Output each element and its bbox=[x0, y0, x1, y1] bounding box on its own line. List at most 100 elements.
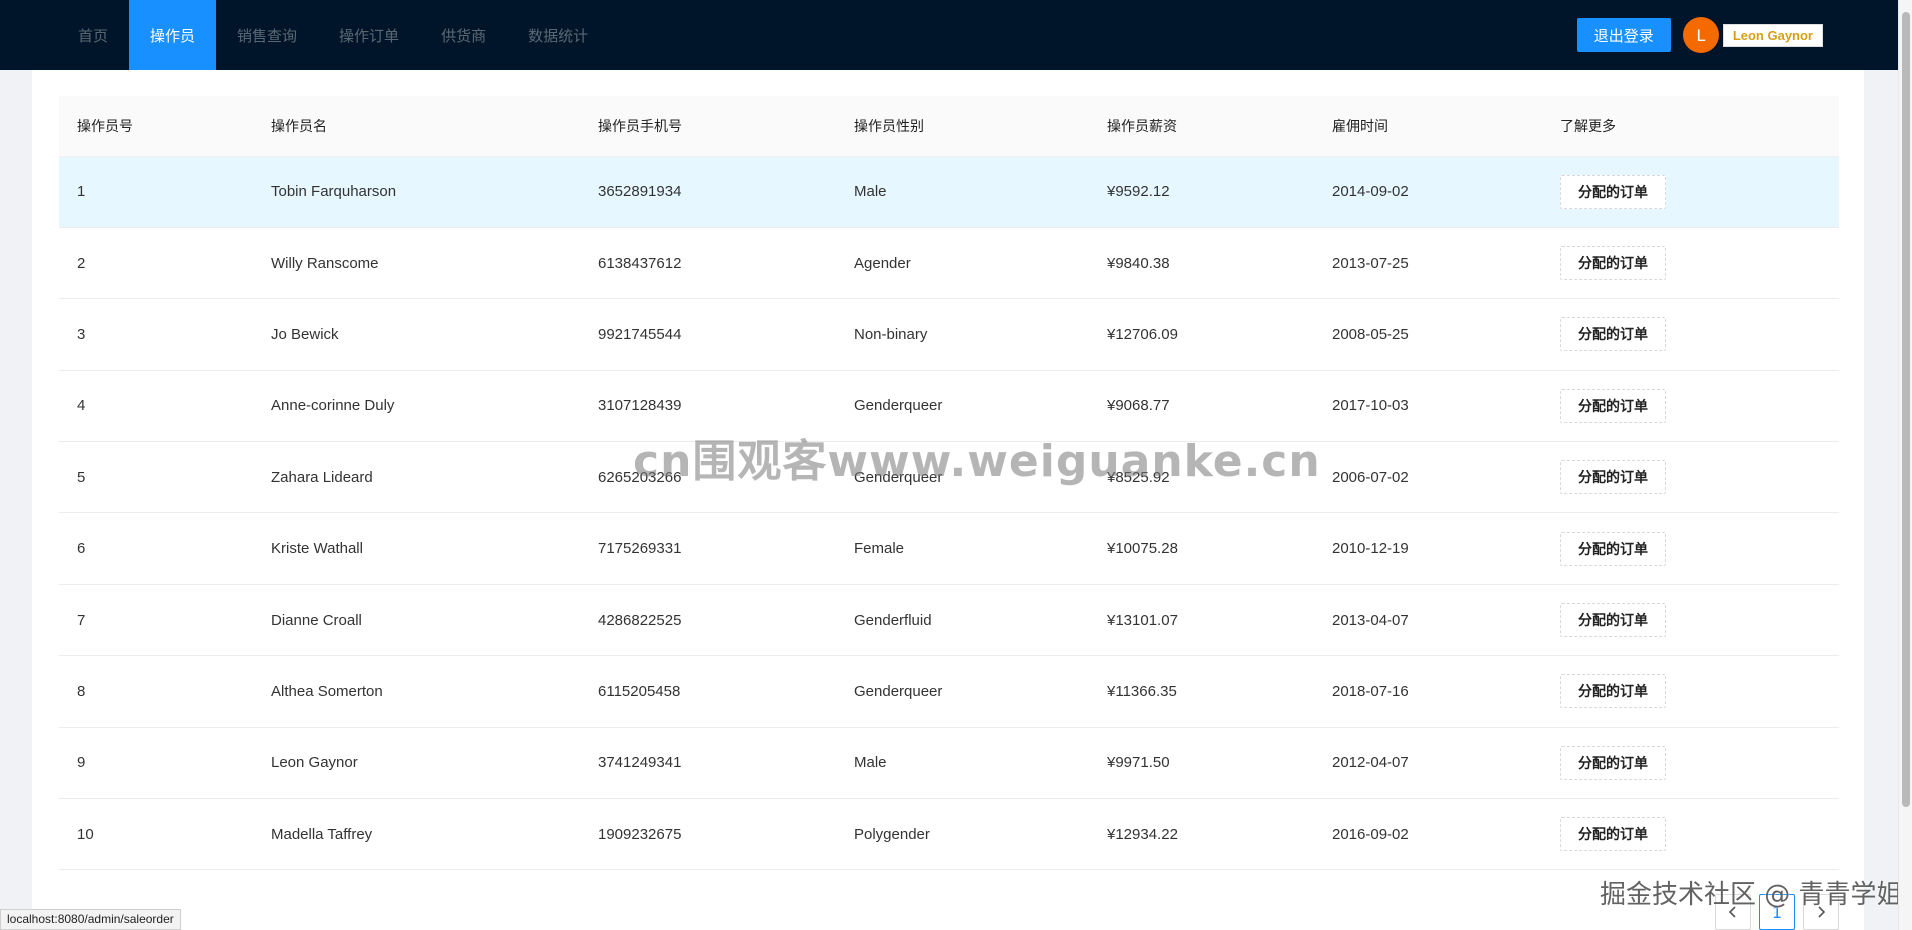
column-header-more: 了解更多 bbox=[1542, 96, 1839, 157]
cell-salary: ¥12706.09 bbox=[1089, 298, 1314, 371]
assigned-orders-button[interactable]: 分配的订单 bbox=[1560, 246, 1666, 281]
assigned-orders-button[interactable]: 分配的订单 bbox=[1560, 674, 1666, 709]
cell-name: Kriste Wathall bbox=[253, 512, 580, 585]
cell-salary: ¥10075.28 bbox=[1089, 512, 1314, 585]
cell-id: 5 bbox=[59, 441, 253, 514]
cell-id: 6 bbox=[59, 512, 253, 585]
cell-id: 7 bbox=[59, 584, 253, 657]
nav-item-home[interactable]: 首页 bbox=[57, 0, 129, 70]
assigned-orders-button[interactable]: 分配的订单 bbox=[1560, 388, 1666, 423]
assigned-orders-button[interactable]: 分配的订单 bbox=[1560, 317, 1666, 352]
cell-gender: Non-binary bbox=[836, 298, 1089, 371]
cell-id: 9 bbox=[59, 727, 253, 800]
cell-id: 10 bbox=[59, 798, 253, 871]
cell-id: 1 bbox=[59, 156, 253, 228]
nav-item-sales-query[interactable]: 销售查询 bbox=[216, 0, 318, 70]
cell-action: 分配的订单 bbox=[1542, 156, 1839, 228]
assigned-orders-button[interactable]: 分配的订单 bbox=[1560, 531, 1666, 566]
cell-hire-date: 2013-04-07 bbox=[1314, 584, 1542, 657]
cell-hire-date: 2012-04-07 bbox=[1314, 727, 1542, 800]
cell-name: Dianne Croall bbox=[253, 584, 580, 657]
cell-hire-date: 2016-09-02 bbox=[1314, 798, 1542, 871]
cell-action: 分配的订单 bbox=[1542, 298, 1839, 371]
cell-hire-date: 2010-12-19 bbox=[1314, 512, 1542, 585]
assigned-orders-button[interactable]: 分配的订单 bbox=[1560, 745, 1666, 780]
cell-action: 分配的订单 bbox=[1542, 441, 1839, 514]
cell-hire-date: 2017-10-03 bbox=[1314, 370, 1542, 443]
assigned-orders-button[interactable]: 分配的订单 bbox=[1560, 817, 1666, 852]
table-row[interactable]: 6 Kriste Wathall 7175269331 Female ¥1007… bbox=[59, 512, 1839, 585]
status-bar-url: localhost:8080/admin/saleorder bbox=[0, 909, 181, 930]
vertical-scrollbar[interactable] bbox=[1898, 0, 1912, 930]
watermark-corner: 掘金技术社区 @ 青青学姐 bbox=[1600, 880, 1903, 910]
cell-name: Anne-corinne Duly bbox=[253, 370, 580, 443]
table-row[interactable]: 1 Tobin Farquharson 3652891934 Male ¥959… bbox=[59, 156, 1839, 228]
cell-action: 分配的订单 bbox=[1542, 655, 1839, 728]
cell-id: 8 bbox=[59, 655, 253, 728]
nav-item-operators[interactable]: 操作员 bbox=[129, 0, 217, 70]
cell-gender: Female bbox=[836, 512, 1089, 585]
watermark-center: cn围观客www.weiguanke.cn bbox=[633, 436, 1321, 487]
cell-id: 3 bbox=[59, 298, 253, 371]
cell-phone: 6115205458 bbox=[580, 655, 836, 728]
table-row[interactable]: 10 Madella Taffrey 1909232675 Polygender… bbox=[59, 798, 1839, 871]
assigned-orders-button[interactable]: 分配的订单 bbox=[1560, 174, 1666, 209]
cell-gender: Male bbox=[836, 156, 1089, 228]
top-navigation-bar: 首页 操作员 销售查询 操作订单 供货商 数据统计 退出登录 L Leon Ga… bbox=[0, 0, 1898, 70]
cell-phone: 1909232675 bbox=[580, 798, 836, 871]
nav-item-statistics[interactable]: 数据统计 bbox=[507, 0, 609, 70]
column-header-hire-date: 雇佣时间 bbox=[1314, 96, 1542, 157]
cell-action: 分配的订单 bbox=[1542, 727, 1839, 800]
table-row[interactable]: 9 Leon Gaynor 3741249341 Male ¥9971.50 2… bbox=[59, 727, 1839, 800]
cell-gender: Genderfluid bbox=[836, 584, 1089, 657]
cell-phone: 3741249341 bbox=[580, 727, 836, 800]
cell-id: 4 bbox=[59, 370, 253, 443]
cell-action: 分配的订单 bbox=[1542, 227, 1839, 300]
cell-phone: 3652891934 bbox=[580, 156, 836, 228]
cell-id: 2 bbox=[59, 227, 253, 300]
scrollbar-thumb[interactable] bbox=[1902, 12, 1910, 807]
cell-salary: ¥11366.35 bbox=[1089, 655, 1314, 728]
cell-name: Tobin Farquharson bbox=[253, 156, 580, 228]
cell-name: Leon Gaynor bbox=[253, 727, 580, 800]
cell-hire-date: 2006-07-02 bbox=[1314, 441, 1542, 514]
table-row[interactable]: 3 Jo Bewick 9921745544 Non-binary ¥12706… bbox=[59, 298, 1839, 371]
table-row[interactable]: 7 Dianne Croall 4286822525 Genderfluid ¥… bbox=[59, 584, 1839, 657]
nav-item-orders[interactable]: 操作订单 bbox=[318, 0, 420, 70]
cell-hire-date: 2013-07-25 bbox=[1314, 227, 1542, 300]
table-row[interactable]: 8 Althea Somerton 6115205458 Genderqueer… bbox=[59, 655, 1839, 728]
column-header-salary: 操作员薪资 bbox=[1089, 96, 1314, 157]
cell-gender: Agender bbox=[836, 227, 1089, 300]
column-header-gender: 操作员性别 bbox=[836, 96, 1089, 157]
cell-salary: ¥9592.12 bbox=[1089, 156, 1314, 228]
cell-phone: 9921745544 bbox=[580, 298, 836, 371]
table-body: 1 Tobin Farquharson 3652891934 Male ¥959… bbox=[59, 156, 1839, 871]
cell-name: Zahara Lideard bbox=[253, 441, 580, 514]
cell-name: Althea Somerton bbox=[253, 655, 580, 728]
cell-action: 分配的订单 bbox=[1542, 512, 1839, 585]
avatar[interactable]: L bbox=[1682, 17, 1719, 53]
assigned-orders-button[interactable]: 分配的订单 bbox=[1560, 603, 1666, 638]
logout-button[interactable]: 退出登录 bbox=[1576, 18, 1671, 52]
table-row[interactable]: 2 Willy Ranscome 6138437612 Agender ¥984… bbox=[59, 227, 1839, 300]
cell-phone: 6138437612 bbox=[580, 227, 836, 300]
cell-gender: Polygender bbox=[836, 798, 1089, 871]
user-area: 退出登录 L Leon Gaynor bbox=[1576, 0, 1898, 70]
cell-action: 分配的订单 bbox=[1542, 798, 1839, 871]
cell-hire-date: 2008-05-25 bbox=[1314, 298, 1542, 371]
column-header-id: 操作员号 bbox=[59, 96, 253, 157]
content-panel: 操作员号 操作员名 操作员手机号 操作员性别 操作员薪资 雇佣时间 了解更多 1… bbox=[32, 70, 1864, 930]
cell-salary: ¥9840.38 bbox=[1089, 227, 1314, 300]
cell-salary: ¥9971.50 bbox=[1089, 727, 1314, 800]
nav-menu: 首页 操作员 销售查询 操作订单 供货商 数据统计 bbox=[57, 0, 609, 70]
assigned-orders-button[interactable]: 分配的订单 bbox=[1560, 460, 1666, 495]
cell-phone: 4286822525 bbox=[580, 584, 836, 657]
cell-hire-date: 2018-07-16 bbox=[1314, 655, 1542, 728]
username-label: Leon Gaynor bbox=[1722, 23, 1823, 47]
cell-name: Jo Bewick bbox=[253, 298, 580, 371]
cell-hire-date: 2014-09-02 bbox=[1314, 156, 1542, 228]
cell-phone: 7175269331 bbox=[580, 512, 836, 585]
nav-item-suppliers[interactable]: 供货商 bbox=[420, 0, 507, 70]
cell-name: Willy Ranscome bbox=[253, 227, 580, 300]
cell-salary: ¥13101.07 bbox=[1089, 584, 1314, 657]
